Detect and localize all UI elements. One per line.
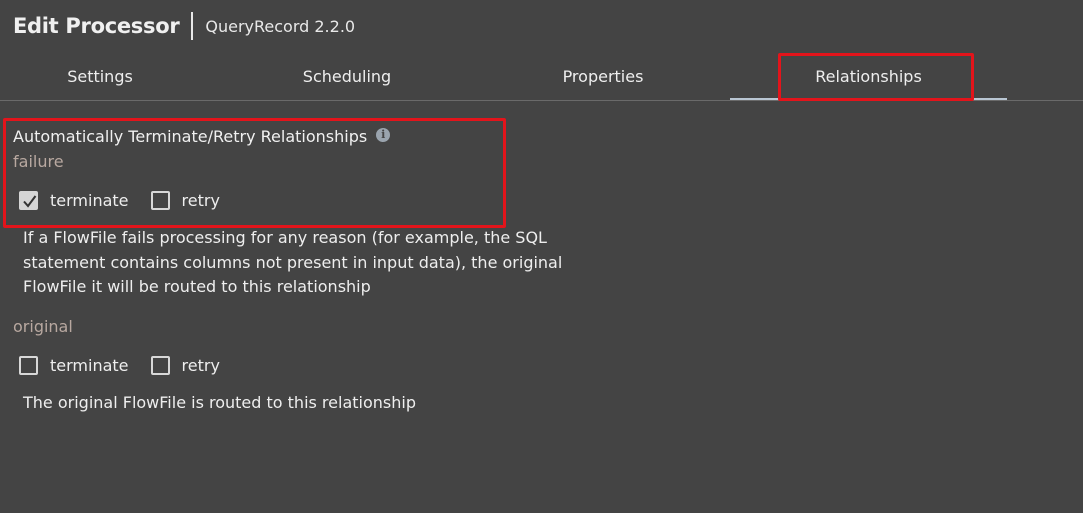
tab-scheduling[interactable]: Scheduling (247, 54, 447, 99)
description-line: The original FlowFile is routed to this … (23, 393, 416, 412)
info-icon[interactable]: i (376, 128, 391, 142)
relationship-name-original: original (13, 317, 73, 336)
failure-terminate-label: terminate (50, 190, 129, 210)
original-options: terminate retry (19, 353, 242, 377)
dialog-header: Edit Processor QueryRecord 2.2.0 (13, 10, 355, 42)
description-line: FlowFile it will be routed to this relat… (23, 277, 371, 296)
description-line: If a FlowFile fails processing for any r… (23, 228, 547, 247)
relationship-description-failure: If a FlowFile fails processing for any r… (23, 226, 623, 300)
failure-options: terminate retry (19, 188, 242, 212)
relationship-name-failure: failure (13, 152, 64, 171)
original-retry-label: retry (181, 355, 220, 375)
checkmark-icon (23, 194, 37, 208)
failure-retry-checkbox[interactable] (150, 190, 170, 210)
section-heading: Automatically Terminate/Retry Relationsh… (13, 127, 391, 146)
dialog-title: Edit Processor (13, 14, 180, 38)
tab-bar: Settings Scheduling Properties Relations… (0, 54, 1083, 101)
tab-relationships[interactable]: Relationships (730, 54, 1007, 100)
title-divider (191, 12, 194, 40)
section-heading-text: Automatically Terminate/Retry Relationsh… (13, 127, 368, 146)
description-line: statement contains columns not present i… (23, 252, 563, 272)
relationship-description-original: The original FlowFile is routed to this … (23, 391, 623, 416)
failure-terminate-checkbox[interactable] (19, 190, 38, 210)
original-terminate-label: terminate (50, 355, 129, 375)
failure-retry-label: retry (181, 190, 220, 210)
original-terminate-checkbox[interactable] (19, 355, 38, 375)
processor-type-version: QueryRecord 2.2.0 (205, 16, 356, 36)
tab-properties[interactable]: Properties (503, 54, 703, 99)
tab-settings[interactable]: Settings (0, 54, 200, 99)
original-retry-checkbox[interactable] (150, 355, 170, 375)
